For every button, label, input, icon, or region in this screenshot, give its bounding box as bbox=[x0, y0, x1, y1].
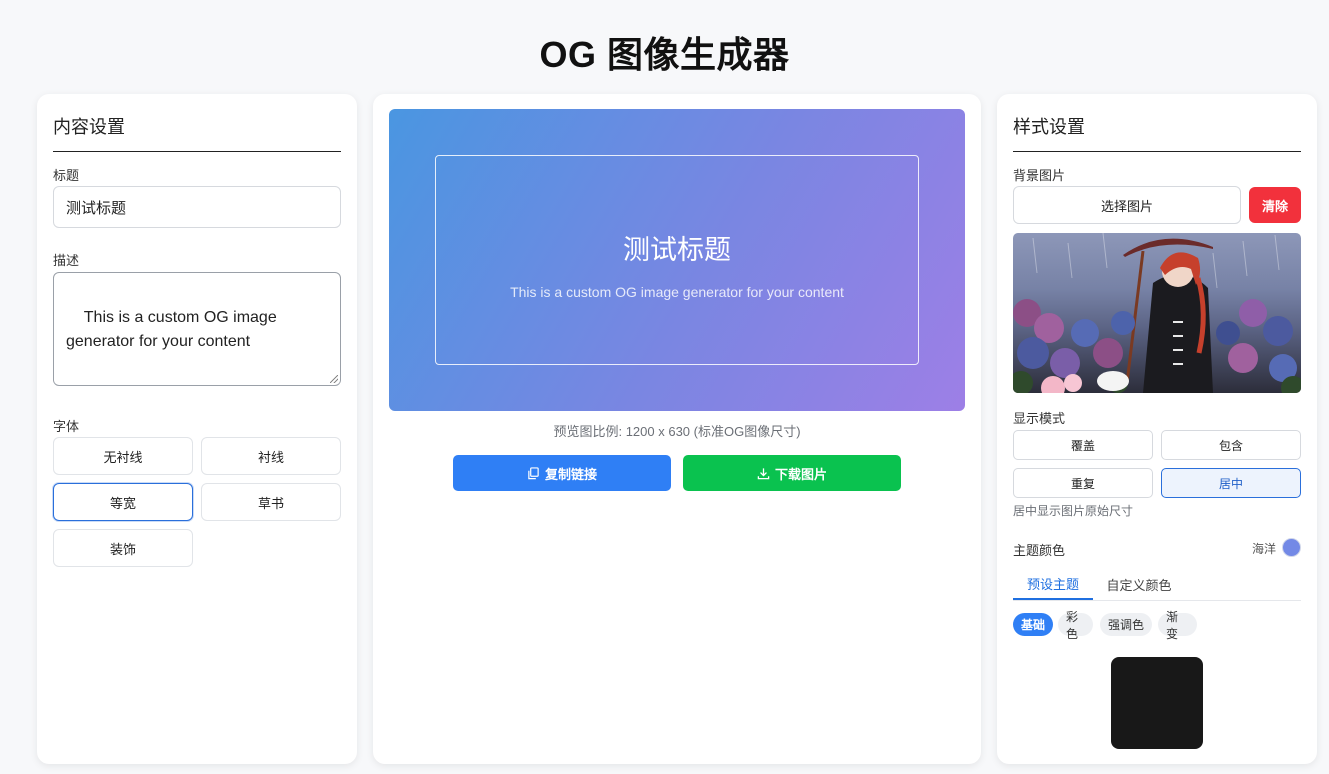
preview-description: This is a custom OG image generator for … bbox=[510, 284, 844, 300]
font-cursive-button[interactable]: 草书 bbox=[201, 483, 341, 521]
style-settings-panel: 样式设置 背景图片 选择图片 清除 显示模式 覆盖 包含 重复 居中 居中显示图… bbox=[997, 94, 1317, 764]
current-theme-color-dot[interactable] bbox=[1282, 538, 1301, 557]
theme-swatch-black[interactable] bbox=[1111, 657, 1203, 749]
preview-title: 测试标题 bbox=[623, 235, 731, 265]
font-serif-button[interactable]: 衬线 bbox=[201, 437, 341, 475]
download-image-label: 下载图片 bbox=[774, 466, 827, 482]
theme-color-label: 主题颜色 bbox=[1013, 543, 1066, 558]
current-theme-name: 海洋 bbox=[1252, 542, 1277, 556]
mode-repeat-button[interactable]: 重复 bbox=[1013, 468, 1153, 498]
tab-preset-themes[interactable]: 预设主题 bbox=[1013, 568, 1093, 600]
resize-grip-icon[interactable] bbox=[330, 375, 338, 383]
content-settings-panel: 内容设置 标题 测试标题 描述 This is a custom OG imag… bbox=[37, 94, 357, 764]
display-mode-label: 显示模式 bbox=[1013, 411, 1066, 426]
copy-link-label: 复制链接 bbox=[544, 466, 597, 482]
chip-accent[interactable]: 强调色 bbox=[1100, 613, 1152, 636]
preview-ratio-caption: 预览图比例: 1200 x 630 (标准OG图像尺寸) bbox=[553, 424, 801, 439]
clear-image-button[interactable]: 清除 bbox=[1249, 187, 1301, 223]
chip-gradient[interactable]: 渐变 bbox=[1158, 610, 1197, 641]
mode-contain-button[interactable]: 包含 bbox=[1161, 430, 1301, 460]
tab-custom-colors[interactable]: 自定义颜色 bbox=[1101, 568, 1177, 600]
description-text: This is a custom OG image generator for … bbox=[66, 309, 277, 350]
font-label: 字体 bbox=[53, 419, 80, 434]
select-image-button[interactable]: 选择图片 bbox=[1013, 186, 1241, 224]
chip-colorful[interactable]: 彩色 bbox=[1058, 610, 1093, 641]
mode-center-button[interactable]: 居中 bbox=[1161, 468, 1301, 498]
description-label: 描述 bbox=[53, 253, 80, 268]
style-settings-heading: 样式设置 bbox=[1013, 113, 1301, 152]
chip-basic[interactable]: 基础 bbox=[1013, 613, 1053, 636]
copy-link-button[interactable]: 复制链接 bbox=[453, 455, 671, 491]
mode-cover-button[interactable]: 覆盖 bbox=[1013, 430, 1153, 460]
font-mono-button[interactable]: 等宽 bbox=[53, 483, 193, 521]
font-fantasy-button[interactable]: 装饰 bbox=[53, 529, 193, 567]
title-label: 标题 bbox=[53, 168, 80, 183]
font-sans-button[interactable]: 无衬线 bbox=[53, 437, 193, 475]
tab-divider bbox=[1013, 600, 1301, 601]
background-image-label: 背景图片 bbox=[1013, 168, 1066, 183]
preview-panel: 测试标题 This is a custom OG image generator… bbox=[373, 94, 981, 764]
description-textarea[interactable]: This is a custom OG image generator for … bbox=[53, 272, 341, 386]
copy-icon bbox=[528, 466, 539, 479]
download-image-button[interactable]: 下载图片 bbox=[683, 455, 901, 491]
page-title: OG 图像生成器 bbox=[539, 34, 790, 75]
preview-frame: 测试标题 This is a custom OG image generator… bbox=[435, 155, 919, 365]
background-image-thumbnail bbox=[1013, 233, 1301, 393]
content-settings-heading: 内容设置 bbox=[53, 113, 341, 152]
display-mode-hint: 居中显示图片原始尺寸 bbox=[1013, 504, 1134, 518]
download-icon bbox=[757, 467, 770, 479]
title-input[interactable]: 测试标题 bbox=[53, 186, 341, 228]
og-preview-image: 测试标题 This is a custom OG image generator… bbox=[389, 109, 965, 411]
